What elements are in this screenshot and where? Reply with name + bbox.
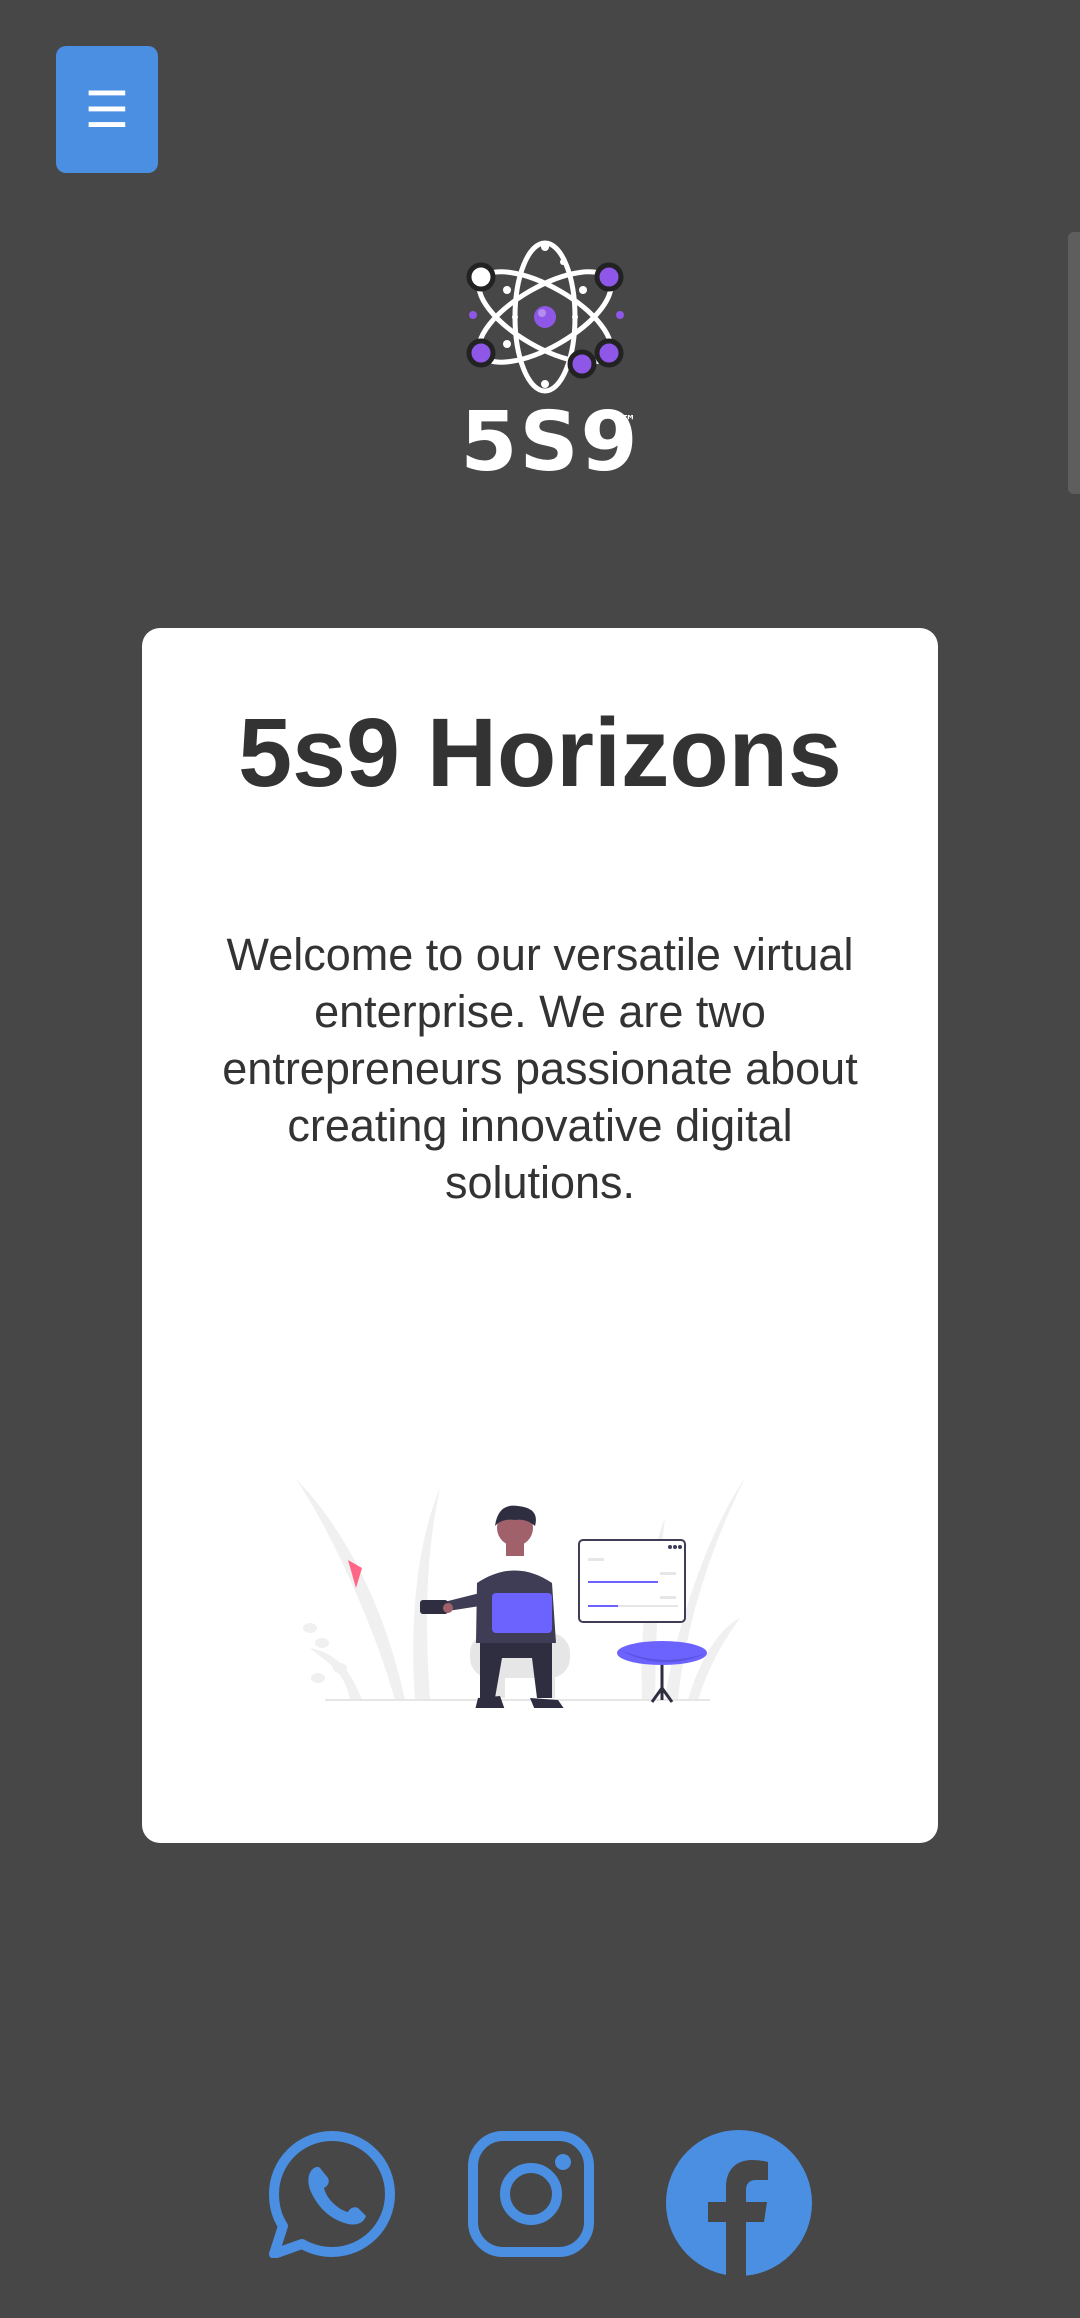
atom-icon — [466, 240, 624, 394]
person-with-laptop-illustration — [295, 1478, 745, 1708]
intro-card: 5s9 Horizons Welcome to our versatile vi… — [142, 628, 938, 1843]
card-description: Welcome to our versatile virtual enterpr… — [222, 929, 858, 1208]
logo: 5S9 ™ — [455, 232, 645, 492]
card-title: 5s9 Horizons — [238, 698, 842, 807]
scrollbar-thumb[interactable] — [1068, 232, 1080, 494]
hamburger-icon: ☰ — [84, 80, 130, 139]
menu-button[interactable]: ☰ — [56, 46, 158, 173]
facebook-icon[interactable] — [666, 2130, 812, 2276]
logo-text: 5S9 — [460, 395, 640, 490]
instagram-icon[interactable] — [467, 2130, 595, 2258]
trademark-symbol: ™ — [621, 412, 636, 430]
whatsapp-icon[interactable] — [268, 2130, 396, 2258]
